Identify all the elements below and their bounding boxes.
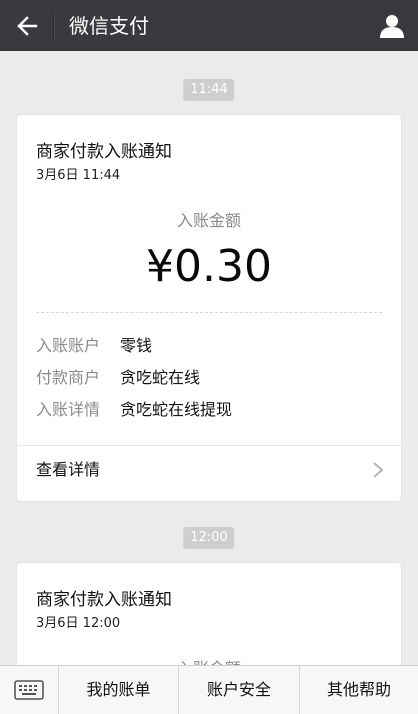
card-divider	[17, 445, 401, 446]
payment-notice-card[interactable]: 商家付款入账通知 3月6日 11:44 入账金额 ¥0.30 入账账户 零钱 付款…	[17, 115, 401, 501]
info-value: 贪吃蛇在线	[120, 368, 201, 387]
chevron-right-icon	[373, 462, 384, 478]
notice-title: 商家付款入账通知	[36, 142, 172, 162]
header-divider	[53, 12, 54, 40]
notice-date: 3月6日 12:00	[36, 616, 121, 631]
timestamp-pill: 12:00	[183, 527, 235, 549]
info-value: 贪吃蛇在线提现	[120, 400, 233, 419]
timestamp-pill: 11:44	[183, 79, 235, 101]
info-row: 入账账户 零钱	[36, 334, 152, 358]
bottom-menu: 我的账单 账户安全 其他帮助	[0, 665, 418, 714]
info-value: 零钱	[120, 336, 153, 355]
my-bills-menu[interactable]: 我的账单	[59, 666, 178, 714]
keyboard-toggle-button[interactable]	[0, 666, 58, 714]
notice-title: 商家付款入账通知	[36, 590, 172, 610]
dashed-divider	[36, 312, 382, 313]
other-help-menu[interactable]: 其他帮助	[300, 666, 418, 714]
view-details-link[interactable]: 查看详情	[36, 458, 100, 482]
wechat-pay-chat: 微信支付 11:44 商家付款入账通知 3月6日 11:44 入账金额 ¥0.3…	[0, 0, 418, 714]
info-key: 付款商户	[36, 368, 101, 387]
notice-date: 3月6日 11:44	[36, 168, 121, 183]
user-icon	[380, 15, 404, 38]
keyboard-icon	[14, 680, 44, 700]
page-title: 微信支付	[69, 14, 149, 38]
info-row: 付款商户 贪吃蛇在线	[36, 366, 200, 390]
profile-button[interactable]	[376, 10, 408, 42]
info-row: 入账详情 贪吃蛇在线提现	[36, 398, 232, 422]
account-security-menu[interactable]: 账户安全	[179, 666, 299, 714]
arrow-left-icon	[17, 16, 38, 36]
amount-label: 入账金额	[176, 211, 241, 230]
info-key: 入账账户	[36, 336, 101, 355]
top-bar: 微信支付	[0, 0, 418, 51]
info-key: 入账详情	[36, 400, 101, 419]
back-button[interactable]	[12, 11, 42, 41]
amount-value: ¥0.30	[146, 241, 272, 292]
